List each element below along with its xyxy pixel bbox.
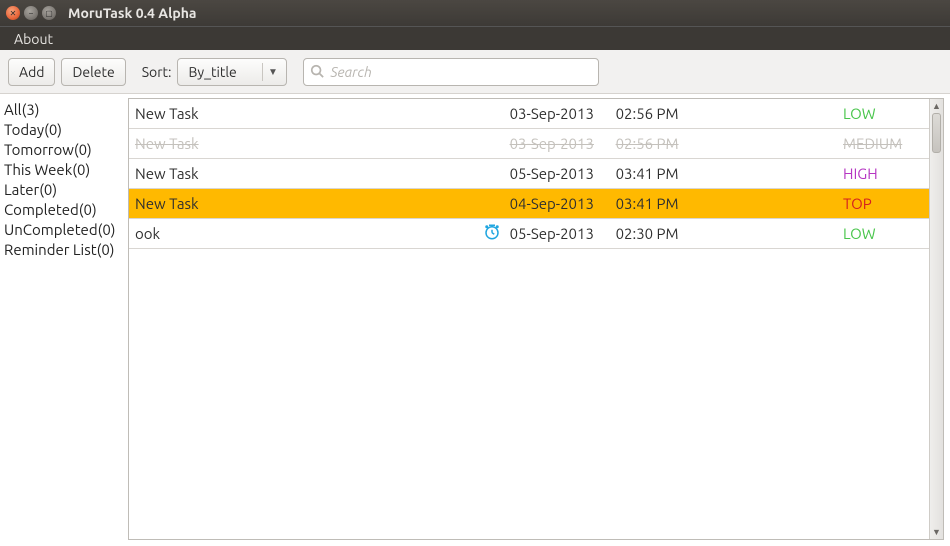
task-row[interactable]: New Task 03-Sep-2013 02:56 PM LOW: [129, 99, 929, 129]
scroll-up-icon[interactable]: ▲: [930, 99, 943, 113]
task-priority: LOW: [843, 225, 923, 242]
task-panel: New Task 03-Sep-2013 02:56 PM LOW New Task 03…: [128, 98, 944, 540]
task-time: 03:41 PM: [616, 195, 696, 212]
task-list: New Task 03-Sep-2013 02:56 PM LOW New Task 03…: [129, 99, 929, 539]
minimize-icon[interactable]: –: [24, 6, 38, 20]
task-row[interactable]: ook 05-Sep-2013 02:30 PM LOW: [129, 219, 929, 249]
window-title: MoruTask 0.4 Alpha: [68, 5, 197, 21]
sidebar-item-thisweek[interactable]: This Week(0): [4, 160, 124, 180]
sidebar-item-tomorrow[interactable]: Tomorrow(0): [4, 140, 124, 160]
task-title: ook: [135, 225, 474, 242]
task-title: New Task: [135, 105, 474, 122]
sidebar: All(3) Today(0) Tomorrow(0) This Week(0)…: [0, 94, 128, 546]
task-date: 05-Sep-2013: [510, 225, 610, 242]
sort-select[interactable]: By_title ▼: [177, 58, 287, 86]
task-row[interactable]: New Task 03-Sep-2013 02:56 PM MEDIUM: [129, 129, 929, 159]
search-input[interactable]: [303, 58, 599, 86]
task-date: 05-Sep-2013: [510, 165, 610, 182]
task-priority: TOP: [843, 195, 923, 212]
chevron-down-icon: ▼: [262, 63, 282, 81]
reminder-icon: [480, 223, 504, 244]
task-time: 02:30 PM: [616, 225, 696, 242]
task-row[interactable]: New Task 05-Sep-2013 03:41 PM HIGH: [129, 159, 929, 189]
task-time: 02:56 PM: [616, 105, 696, 122]
task-title: New Task: [135, 165, 474, 182]
task-title: New Task: [135, 135, 474, 152]
sidebar-item-all[interactable]: All(3): [4, 100, 124, 120]
toolbar: Add Delete Sort: By_title ▼: [0, 50, 950, 94]
sidebar-item-today[interactable]: Today(0): [4, 120, 124, 140]
window-controls: ✕ – ▢: [6, 6, 56, 20]
task-priority: MEDIUM: [843, 135, 923, 152]
delete-button[interactable]: Delete: [61, 58, 125, 86]
add-button[interactable]: Add: [8, 58, 55, 86]
sidebar-item-later[interactable]: Later(0): [4, 180, 124, 200]
menu-about[interactable]: About: [6, 29, 61, 49]
maximize-icon[interactable]: ▢: [42, 6, 56, 20]
close-icon[interactable]: ✕: [6, 6, 20, 20]
sort-label: Sort:: [142, 64, 172, 80]
search-wrap: [303, 58, 599, 86]
task-date: 04-Sep-2013: [510, 195, 610, 212]
sidebar-item-reminder[interactable]: Reminder List(0): [4, 240, 124, 260]
content-area: All(3) Today(0) Tomorrow(0) This Week(0)…: [0, 94, 950, 546]
sort-select-value: By_title: [188, 64, 236, 80]
task-time: 02:56 PM: [616, 135, 696, 152]
task-row[interactable]: New Task 04-Sep-2013 03:41 PM TOP: [129, 189, 929, 219]
task-priority: HIGH: [843, 165, 923, 182]
scroll-thumb[interactable]: [932, 113, 941, 153]
menu-bar: About: [0, 26, 950, 50]
scroll-down-icon[interactable]: ▼: [930, 525, 943, 539]
task-title: New Task: [135, 195, 474, 212]
task-priority: LOW: [843, 105, 923, 122]
task-date: 03-Sep-2013: [510, 105, 610, 122]
title-bar: ✕ – ▢ MoruTask 0.4 Alpha: [0, 0, 950, 26]
task-date: 03-Sep-2013: [510, 135, 610, 152]
scrollbar[interactable]: ▲ ▼: [929, 99, 943, 539]
task-time: 03:41 PM: [616, 165, 696, 182]
search-icon: [310, 64, 324, 78]
sidebar-item-uncompleted[interactable]: UnCompleted(0): [4, 220, 124, 240]
sidebar-item-completed[interactable]: Completed(0): [4, 200, 124, 220]
